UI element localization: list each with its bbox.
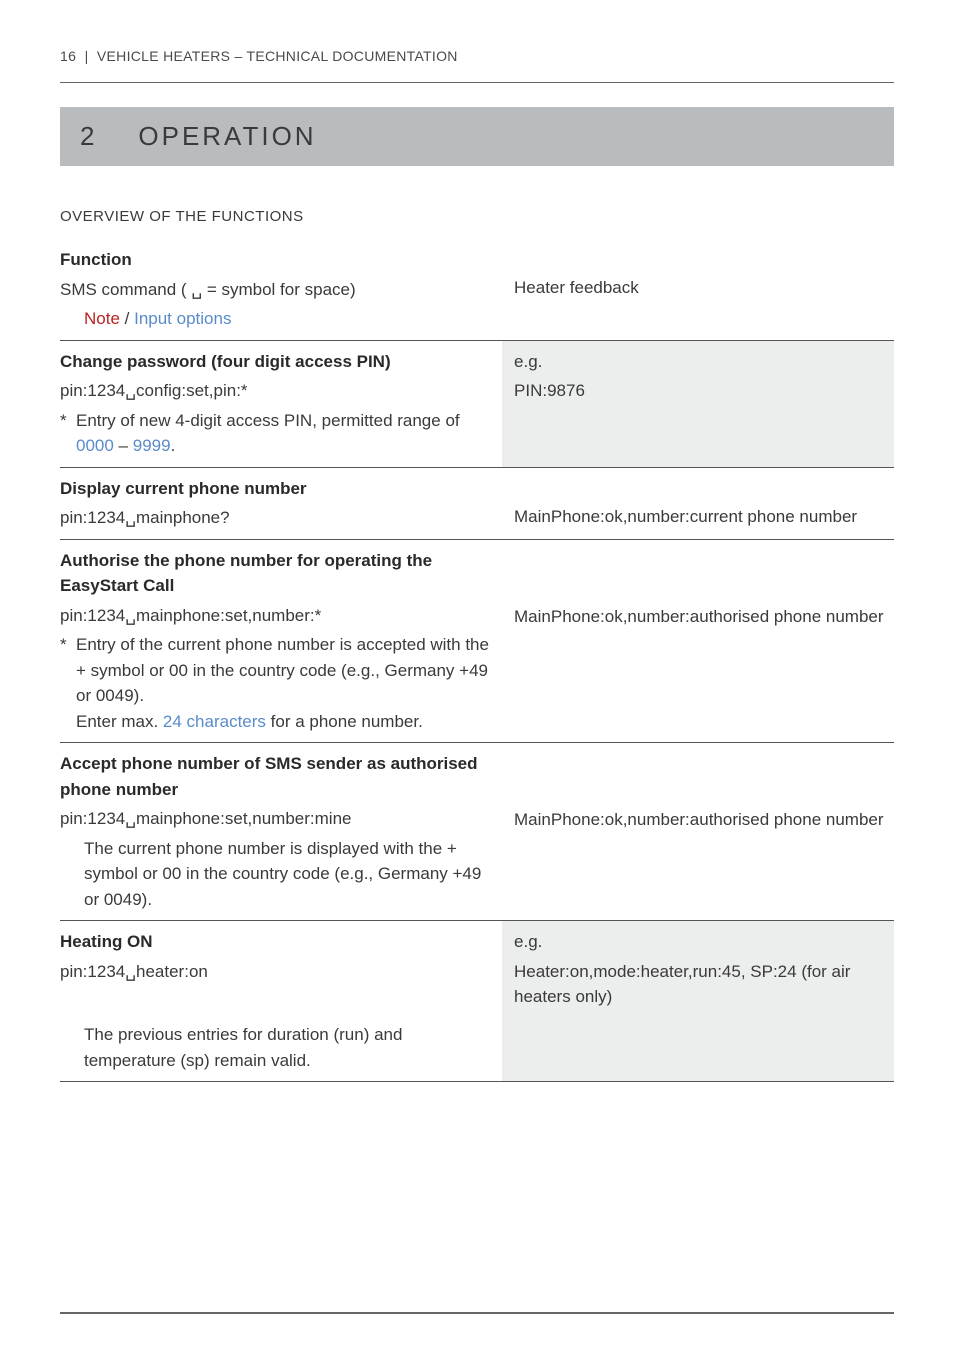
row-note: The previous entries for duration (run) … — [60, 1022, 490, 1073]
note-input-options: Note / Input options — [60, 306, 490, 332]
row-fb-eg: e.g. — [514, 349, 884, 375]
row-fb: PIN:9876 — [514, 378, 884, 404]
asterisk-icon: * — [60, 632, 76, 734]
table-row: Display current phone number pin:1234␣ma… — [60, 467, 894, 539]
row-fb: MainPhone:ok,number:authorised phone num… — [514, 604, 884, 630]
row-cmd: pin:1234␣mainphone:set,number:* — [60, 603, 490, 629]
section-title: OPERATION — [138, 121, 316, 151]
heater-feedback-label: Heater feedback — [514, 275, 884, 301]
row-title: Change password (four digit access PIN) — [60, 349, 490, 375]
table-row: Change password (four digit access PIN) … — [60, 340, 894, 467]
row-note: The current phone number is displayed wi… — [60, 836, 490, 913]
head-right: Heater feedback — [502, 239, 894, 340]
table-row: Heating ON pin:1234␣heater:on The previo… — [60, 921, 894, 1082]
table-head-row: Function SMS command ( ␣ = symbol for sp… — [60, 239, 894, 340]
section-number: 2 — [80, 121, 97, 151]
section-heading-bar: 2 OPERATION — [60, 107, 894, 166]
row-star-note: * Entry of the current phone number is a… — [60, 632, 490, 734]
doc-title: VEHICLE HEATERS – TECHNICAL DOCUMENTATIO… — [97, 48, 458, 64]
row-fb: Heater:on,mode:heater,run:45, SP:24 (for… — [514, 959, 884, 1010]
page-header: 16 | VEHICLE HEATERS – TECHNICAL DOCUMEN… — [60, 48, 894, 64]
row-fb: MainPhone:ok,number:authorised phone num… — [514, 807, 884, 833]
row-star-note: * Entry of new 4-digit access PIN, permi… — [60, 408, 490, 459]
row-cmd: pin:1234␣mainphone:set,number:mine — [60, 806, 490, 832]
head-left: Function SMS command ( ␣ = symbol for sp… — [60, 239, 502, 340]
functions-table: Function SMS command ( ␣ = symbol for sp… — [60, 239, 894, 1082]
row-fb-eg: e.g. — [514, 929, 884, 955]
asterisk-icon: * — [60, 408, 76, 459]
footer-rule — [60, 1312, 894, 1314]
sms-command-label: SMS command ( ␣ = symbol for space) — [60, 277, 490, 303]
row-cmd: pin:1234␣mainphone? — [60, 505, 490, 531]
function-label: Function — [60, 247, 490, 273]
row-title: Heating ON — [60, 929, 490, 955]
table-row: Authorise the phone number for operating… — [60, 539, 894, 743]
subheading: OVERVIEW OF THE FUNCTIONS — [60, 208, 894, 225]
row-fb: MainPhone:ok,number:current phone number — [514, 504, 884, 530]
section-heading: 2 OPERATION — [80, 121, 874, 152]
table-bottom-rule — [60, 1082, 894, 1083]
table-row: Accept phone number of SMS sender as aut… — [60, 743, 894, 921]
row-title: Authorise the phone number for operating… — [60, 548, 490, 599]
page-number: 16 — [60, 48, 76, 64]
row-cmd: pin:1234␣heater:on — [60, 959, 490, 985]
row-title: Display current phone number — [60, 476, 490, 502]
header-rule — [60, 82, 894, 83]
row-title: Accept phone number of SMS sender as aut… — [60, 751, 490, 802]
row-cmd: pin:1234␣config:set,pin:* — [60, 378, 490, 404]
